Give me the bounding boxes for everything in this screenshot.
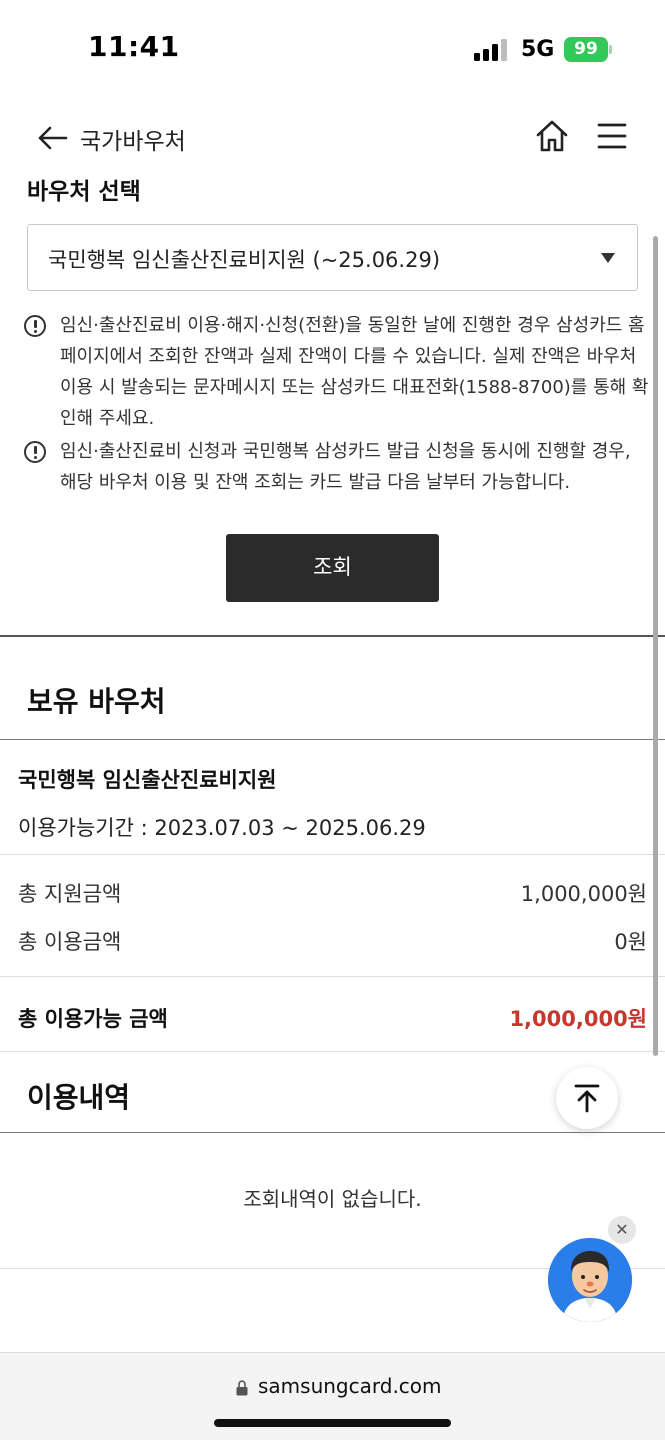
hamburger-menu-icon <box>597 123 627 149</box>
empty-history-message: 조회내역이 없습니다. <box>243 1187 422 1211</box>
notice-item-2: 임신·출산진료비 신청과 국민행복 삼성카드 발급 신청을 동시에 진행할 경우… <box>24 436 664 498</box>
voucher-select-value: 국민행복 임신출산진료비지원 (~25.06.29) <box>48 248 441 272</box>
url-domain: samsungcard.com <box>258 1374 442 1398</box>
chatbot-avatar-icon <box>548 1238 632 1322</box>
page-title: 국가바우처 <box>80 129 186 155</box>
arrow-left-icon <box>38 126 68 150</box>
battery-icon: 99 <box>564 37 608 62</box>
network-type: 5G <box>521 37 555 62</box>
section-divider <box>0 739 665 740</box>
notice-text: 임신·출산진료비 이용·해지·신청(전환)을 동일한 날에 진행한 경우 삼성카… <box>60 315 649 429</box>
section-divider <box>0 1132 665 1133</box>
battery-tip <box>609 45 612 54</box>
menu-button[interactable] <box>597 122 627 150</box>
lock-icon <box>236 1380 248 1396</box>
page-header: 국가바우처 <box>0 108 665 170</box>
battery-level: 99 <box>574 39 598 59</box>
voucher-name: 국민행복 임신출산진료비지원 <box>18 768 277 792</box>
inquiry-button[interactable]: 조회 <box>226 534 439 602</box>
home-indicator[interactable] <box>214 1419 451 1427</box>
voucher-select-label: 바우처 선택 <box>27 179 141 205</box>
info-icon <box>24 441 46 463</box>
status-bar: 11:41 5G 99 <box>0 0 665 100</box>
caret-down-icon <box>601 253 615 263</box>
info-icon <box>24 315 46 337</box>
home-icon <box>536 120 568 152</box>
signal-strength-icon <box>474 39 508 61</box>
chatbot-close-button[interactable]: ✕ <box>608 1216 636 1244</box>
scroll-to-top-button[interactable] <box>556 1067 618 1129</box>
total-used-label: 총 이용금액 <box>18 930 122 954</box>
usage-history-title: 이용내역 <box>27 1081 131 1114</box>
row-divider <box>0 854 665 855</box>
notice-text: 임신·출산진료비 신청과 국민행복 삼성카드 발급 신청을 동시에 진행할 경우… <box>60 441 631 493</box>
voucher-period: 이용가능기간 : 2023.07.03 ~ 2025.06.29 <box>18 816 426 840</box>
chatbot-button[interactable] <box>548 1238 632 1322</box>
total-used-value: 0원 <box>614 930 647 954</box>
arrow-up-icon <box>574 1084 600 1113</box>
close-icon: ✕ <box>615 1220 629 1239</box>
total-support-label: 총 지원금액 <box>18 882 122 906</box>
notice-item-1: 임신·출산진료비 이용·해지·신청(전환)을 동일한 날에 진행한 경우 삼성카… <box>24 310 664 434</box>
voucher-select-dropdown[interactable]: 국민행복 임신출산진료비지원 (~25.06.29) <box>27 224 638 291</box>
available-amount-value: 1,000,000원 <box>509 1007 647 1031</box>
total-support-value: 1,000,000원 <box>520 882 647 906</box>
row-divider <box>0 976 665 977</box>
owned-voucher-title: 보유 바우처 <box>27 685 166 718</box>
section-divider <box>0 635 665 637</box>
browser-url-bar[interactable]: samsungcard.com <box>0 1352 665 1440</box>
status-time: 11:41 <box>88 30 180 63</box>
back-button[interactable] <box>34 122 70 154</box>
home-button[interactable] <box>534 118 570 154</box>
available-amount-label: 총 이용가능 금액 <box>18 1007 168 1031</box>
scrollbar[interactable] <box>653 236 658 1056</box>
row-divider <box>0 1051 665 1052</box>
